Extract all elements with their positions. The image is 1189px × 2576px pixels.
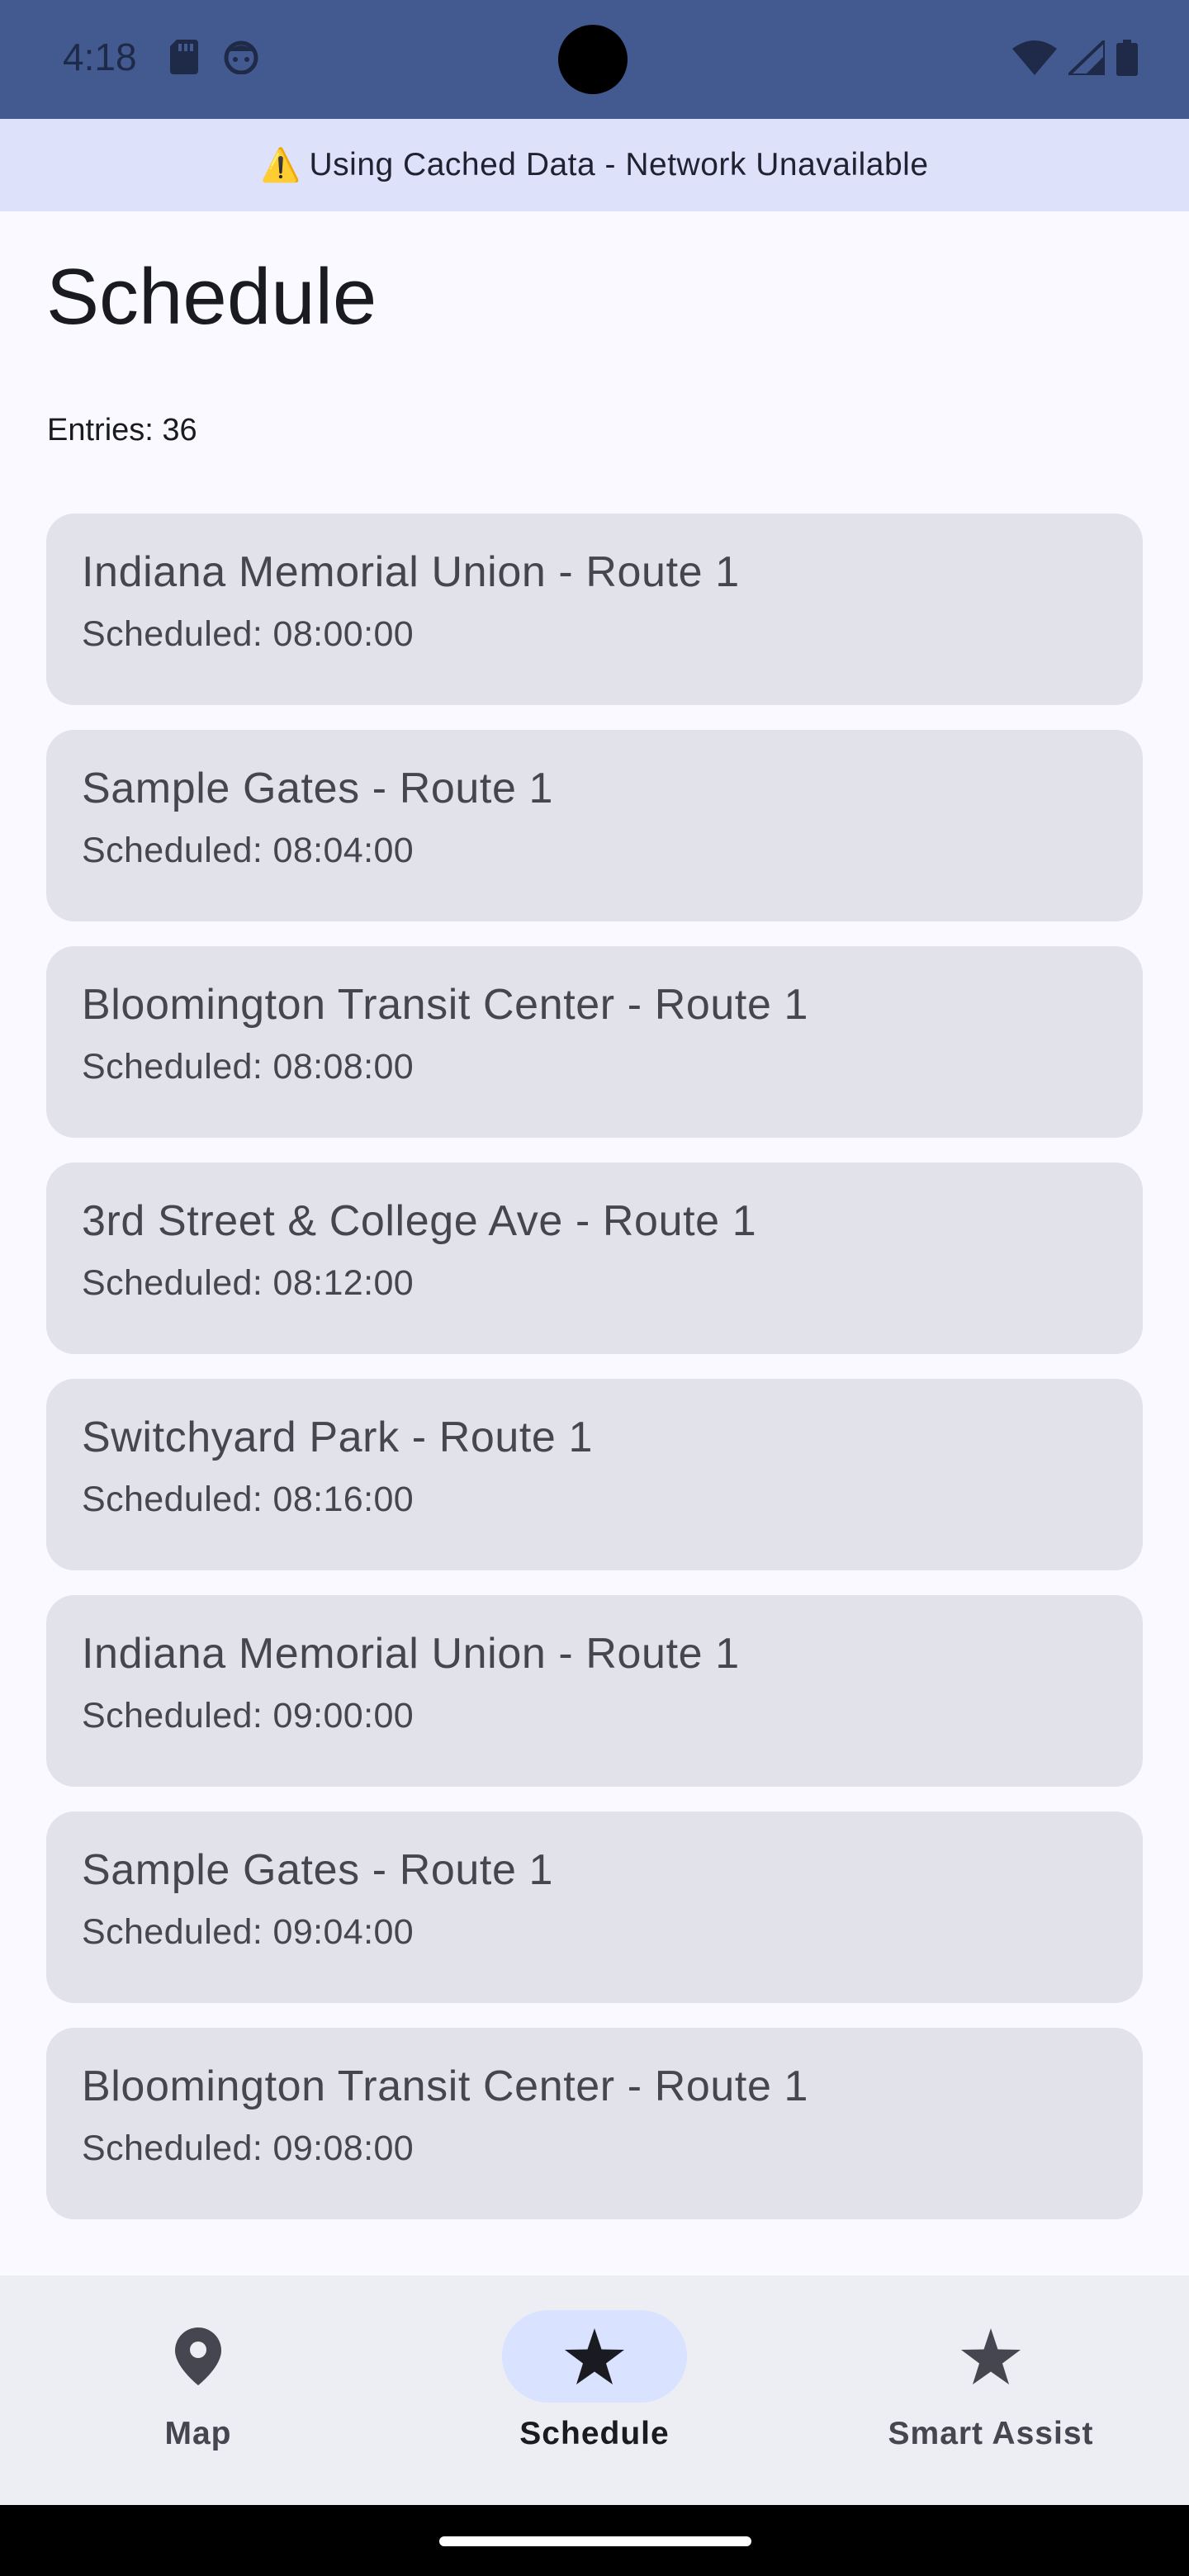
card-scheduled-time: Scheduled: 08:04:00 xyxy=(82,830,414,870)
page-title: Schedule xyxy=(46,253,377,341)
android-face-icon xyxy=(224,40,258,74)
warning-icon: ⚠️ xyxy=(260,148,301,183)
battery-icon xyxy=(1116,40,1138,76)
star-icon xyxy=(961,2328,1021,2384)
bottom-nav: Map Schedule Smart Assist xyxy=(0,2275,1189,2505)
card-scheduled-time: Scheduled: 09:04:00 xyxy=(82,1911,414,1952)
gesture-handle[interactable] xyxy=(439,2536,751,2546)
camera-cutout xyxy=(558,25,628,94)
gesture-area xyxy=(0,2505,1189,2576)
card-stop-name: 3rd Street & College Ave - Route 1 xyxy=(82,1197,757,1245)
offline-banner-text: Using Cached Data - Network Unavailable xyxy=(309,147,929,182)
nav-item-smart-assist[interactable]: Smart Assist xyxy=(793,2275,1189,2505)
card-stop-name: Bloomington Transit Center - Route 1 xyxy=(82,2062,809,2110)
nav-pill xyxy=(106,2310,291,2403)
status-bar: 4:18 xyxy=(0,0,1189,119)
status-left-icons xyxy=(170,40,259,74)
schedule-card[interactable]: Indiana Memorial Union - Route 1 Schedul… xyxy=(46,514,1143,705)
nav-label-map: Map xyxy=(164,2416,232,2451)
card-scheduled-time: Scheduled: 09:08:00 xyxy=(82,2128,414,2168)
card-stop-name: Indiana Memorial Union - Route 1 xyxy=(82,1630,740,1678)
card-scheduled-time: Scheduled: 09:00:00 xyxy=(82,1695,414,1735)
nav-label-schedule: Schedule xyxy=(519,2416,670,2451)
status-right-icons xyxy=(1012,40,1138,76)
card-scheduled-time: Scheduled: 08:16:00 xyxy=(82,1479,414,1519)
schedule-card[interactable]: Sample Gates - Route 1 Scheduled: 09:04:… xyxy=(46,1811,1143,2003)
schedule-card[interactable]: Switchyard Park - Route 1 Scheduled: 08:… xyxy=(46,1379,1143,1570)
card-scheduled-time: Scheduled: 08:08:00 xyxy=(82,1046,414,1087)
schedule-card[interactable]: Indiana Memorial Union - Route 1 Schedul… xyxy=(46,1595,1143,1787)
schedule-list[interactable]: Indiana Memorial Union - Route 1 Schedul… xyxy=(46,514,1143,2219)
schedule-card[interactable]: Bloomington Transit Center - Route 1 Sch… xyxy=(46,2028,1143,2219)
nav-item-map[interactable]: Map xyxy=(0,2275,396,2505)
nav-item-schedule[interactable]: Schedule xyxy=(396,2275,793,2505)
schedule-card[interactable]: 3rd Street & College Ave - Route 1 Sched… xyxy=(46,1163,1143,1354)
offline-banner: ⚠️ Using Cached Data - Network Unavailab… xyxy=(0,119,1189,211)
card-stop-name: Sample Gates - Route 1 xyxy=(82,1846,554,1894)
schedule-card[interactable]: Sample Gates - Route 1 Scheduled: 08:04:… xyxy=(46,730,1143,921)
schedule-card[interactable]: Bloomington Transit Center - Route 1 Sch… xyxy=(46,946,1143,1138)
card-stop-name: Sample Gates - Route 1 xyxy=(82,765,554,812)
entries-count: Entries: 36 xyxy=(47,413,197,447)
card-stop-name: Switchyard Park - Route 1 xyxy=(82,1413,594,1461)
nav-label-smart-assist: Smart Assist xyxy=(888,2416,1094,2451)
card-stop-name: Indiana Memorial Union - Route 1 xyxy=(82,548,740,596)
nav-pill-active xyxy=(502,2310,687,2403)
sd-card-icon xyxy=(170,40,198,74)
nav-pill xyxy=(898,2310,1083,2403)
status-time: 4:18 xyxy=(63,36,137,78)
card-stop-name: Bloomington Transit Center - Route 1 xyxy=(82,981,809,1029)
card-scheduled-time: Scheduled: 08:00:00 xyxy=(82,613,414,654)
wifi-icon xyxy=(1012,40,1057,75)
star-icon xyxy=(565,2328,624,2384)
map-pin-icon xyxy=(175,2327,221,2385)
card-scheduled-time: Scheduled: 08:12:00 xyxy=(82,1262,414,1303)
cell-signal-icon xyxy=(1068,40,1105,75)
